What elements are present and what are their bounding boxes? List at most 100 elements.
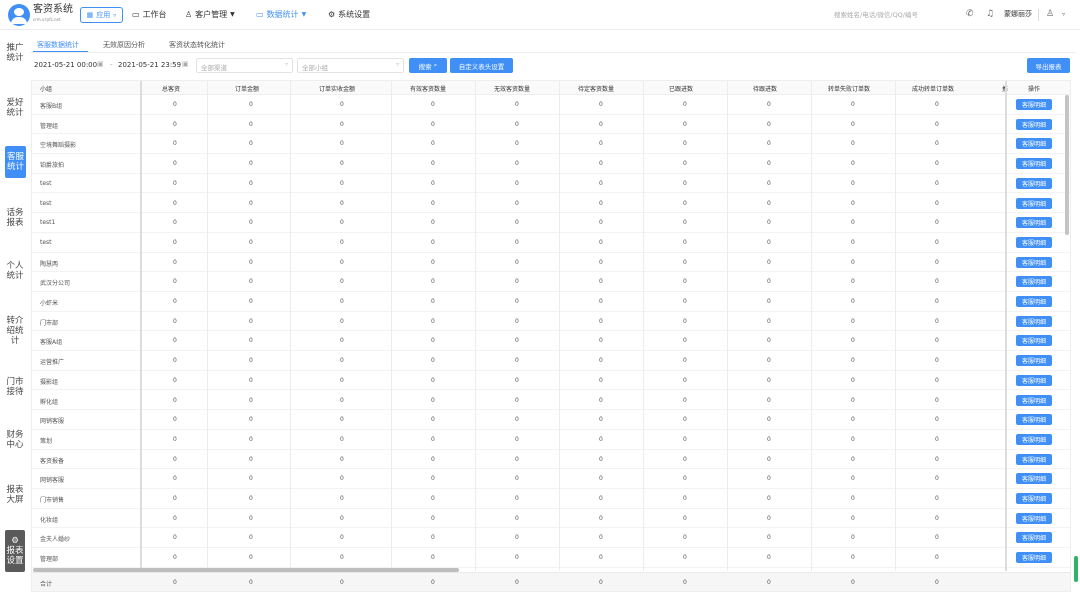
export-report-button[interactable]: 导出报表 bbox=[1027, 58, 1070, 73]
service-detail-button[interactable]: 客服明细 bbox=[1016, 532, 1052, 544]
global-search-input[interactable]: 搜索姓名/电话/微信/QQ/编号 bbox=[834, 9, 954, 19]
service-detail-button[interactable]: 客服明细 bbox=[1016, 296, 1052, 307]
service-detail-button[interactable]: 客服明细 bbox=[1016, 453, 1052, 465]
vertical-scrollbar[interactable] bbox=[1065, 95, 1069, 235]
service-detail-button[interactable]: 客服明细 bbox=[1016, 473, 1052, 485]
service-detail-button[interactable]: 客服明细 bbox=[1016, 433, 1052, 445]
table-row: 门市部 0 0 0 0 0 0 0 0 0 0 客服明细 bbox=[32, 312, 1070, 332]
nav-system-settings[interactable]: ⚙ 系统设置 bbox=[328, 9, 370, 20]
table-cell: 0 bbox=[249, 455, 253, 463]
start-date-input[interactable]: 2021-05-21 00:00 bbox=[34, 61, 97, 69]
sidebar-item-report-screen[interactable]: 报表大屏 bbox=[5, 485, 25, 505]
service-detail-button[interactable]: 客服明细 bbox=[1016, 158, 1052, 170]
calendar-icon[interactable]: ▣ bbox=[182, 60, 189, 68]
table-cell: 0 bbox=[515, 278, 519, 286]
table-cell: 0 bbox=[249, 298, 253, 305]
table-cell: 0 bbox=[851, 455, 855, 463]
sidebar-item-finance-center[interactable]: 财务中心 bbox=[5, 430, 25, 450]
user-name[interactable]: 蒙娜丽莎 bbox=[1004, 9, 1032, 19]
chevron-down-icon: ▿ bbox=[284, 61, 288, 68]
service-detail-button[interactable]: 客服明细 bbox=[1016, 236, 1052, 248]
service-detail-button[interactable]: 客服明细 bbox=[1016, 138, 1052, 150]
table-cell: 0 bbox=[249, 396, 253, 404]
service-detail-button[interactable]: 客服明细 bbox=[1016, 493, 1052, 504]
service-detail-button[interactable]: 客服明细 bbox=[1016, 374, 1052, 386]
total-cell: 0 bbox=[767, 579, 771, 586]
tab-service-data[interactable]: 客服数据统计 bbox=[37, 40, 79, 50]
chevron-down-icon[interactable]: ▿ bbox=[1062, 11, 1065, 18]
service-detail-button[interactable]: 客服明细 bbox=[1016, 394, 1052, 406]
table-row: 武汉分公司 0 0 0 0 0 0 0 0 0 0 客服明细 bbox=[32, 272, 1070, 292]
service-detail-button[interactable]: 客服明细 bbox=[1016, 217, 1052, 229]
chevron-down-icon: ▿ bbox=[395, 61, 399, 68]
bell-icon[interactable]: ♫ bbox=[986, 9, 994, 19]
tab-status-conversion[interactable]: 客资状态转化统计 bbox=[169, 40, 225, 50]
service-detail-button[interactable]: 客服明细 bbox=[1016, 335, 1052, 347]
table-cell: 0 bbox=[599, 534, 603, 542]
table-cell: 0 bbox=[431, 455, 435, 463]
nav-customer-management[interactable]: ♙ 客户管理 ▼ bbox=[185, 9, 235, 20]
table-cell: 0 bbox=[431, 357, 435, 365]
service-detail-button[interactable]: 客服明细 bbox=[1016, 197, 1052, 209]
table-cell: 0 bbox=[340, 101, 344, 108]
sidebar-item-store-reception[interactable]: 门市接待 bbox=[5, 377, 25, 397]
sidebar-item-report-settings[interactable]: ⚙ 报表设置 bbox=[5, 530, 25, 572]
service-detail-button[interactable]: 客服明细 bbox=[1016, 315, 1052, 327]
table-cell: 0 bbox=[173, 357, 177, 365]
group-select[interactable]: 全部小组 ▿ bbox=[297, 58, 404, 73]
custom-header-button[interactable]: 自定义表头设置 bbox=[450, 58, 513, 73]
sidebar-item-service-stats[interactable]: 客服统计 bbox=[5, 146, 26, 178]
table-cell: 0 bbox=[515, 199, 519, 207]
nav-workbench[interactable]: ▭ 工作台 bbox=[132, 9, 167, 20]
table-cell: 0 bbox=[935, 534, 939, 542]
sidebar-item-personal-stats[interactable]: 个人统计 bbox=[5, 261, 25, 281]
avatar-icon[interactable]: ♙ bbox=[1046, 9, 1054, 19]
table-cell: 0 bbox=[515, 140, 519, 148]
nav-data-statistics[interactable]: ▭ 数据统计 ▼ bbox=[256, 9, 306, 20]
group-name-cell: 孵化组 bbox=[40, 398, 59, 406]
calendar-icon[interactable]: ▣ bbox=[97, 60, 104, 68]
sidebar-item-call-report[interactable]: 话务报表 bbox=[5, 208, 25, 228]
sidebar-item-referral-stats[interactable]: 转介绍统计 bbox=[5, 316, 25, 346]
table-cell: 0 bbox=[599, 357, 603, 365]
table-cell: 0 bbox=[173, 435, 177, 443]
divider bbox=[207, 81, 208, 571]
sidebar-item-promotion-stats[interactable]: 推广统计 bbox=[5, 43, 25, 63]
service-detail-button[interactable]: 客服明细 bbox=[1016, 355, 1052, 367]
tab-invalid-reason[interactable]: 无效原因分析 bbox=[103, 40, 145, 50]
column-header: 无效客资数量 bbox=[494, 86, 531, 93]
app-switcher-button[interactable]: ▦ 应用 ▿ bbox=[80, 7, 123, 23]
table-cell: 0 bbox=[935, 199, 939, 207]
service-detail-button[interactable]: 客服明细 bbox=[1016, 414, 1052, 426]
sidebar-item-hobby-stats[interactable]: 爱好统计 bbox=[5, 98, 25, 118]
service-detail-button[interactable]: 客服明细 bbox=[1016, 512, 1052, 524]
table-cell: 0 bbox=[683, 278, 687, 286]
service-detail-button[interactable]: 客服明细 bbox=[1016, 552, 1052, 564]
table-cell: 0 bbox=[173, 317, 177, 325]
service-detail-button[interactable]: 客服明细 bbox=[1016, 276, 1052, 288]
table-cell: 0 bbox=[851, 554, 855, 562]
end-date-input[interactable]: 2021-05-21 23:59 bbox=[118, 61, 181, 69]
search-button[interactable]: 搜索 ⌕ bbox=[409, 58, 447, 73]
service-detail-button[interactable]: 客服明细 bbox=[1016, 118, 1052, 130]
table-cell: 0 bbox=[851, 337, 855, 345]
table-cell: 0 bbox=[515, 455, 519, 463]
table-cell: 0 bbox=[935, 435, 939, 443]
table-cell: 0 bbox=[683, 140, 687, 148]
table-cell: 0 bbox=[767, 376, 771, 384]
table-cell: 0 bbox=[173, 554, 177, 562]
table-cell: 0 bbox=[683, 376, 687, 384]
table-cell: 0 bbox=[515, 179, 519, 187]
group-name-cell: 客服A组 bbox=[40, 339, 63, 347]
table-cell: 0 bbox=[851, 317, 855, 325]
phone-icon[interactable]: ✆ bbox=[966, 9, 974, 19]
group-name-cell: 管理部 bbox=[40, 556, 59, 564]
service-detail-button[interactable]: 客服明细 bbox=[1016, 177, 1052, 189]
service-detail-button[interactable]: 客服明细 bbox=[1016, 99, 1052, 110]
table-cell: 0 bbox=[340, 278, 344, 286]
nav-label: 系统设置 bbox=[338, 10, 371, 19]
search-icon: ⌕ bbox=[433, 61, 438, 69]
channel-select[interactable]: 全部渠道 ▿ bbox=[196, 58, 293, 73]
table-cell: 0 bbox=[515, 120, 519, 128]
service-detail-button[interactable]: 客服明细 bbox=[1016, 256, 1052, 268]
